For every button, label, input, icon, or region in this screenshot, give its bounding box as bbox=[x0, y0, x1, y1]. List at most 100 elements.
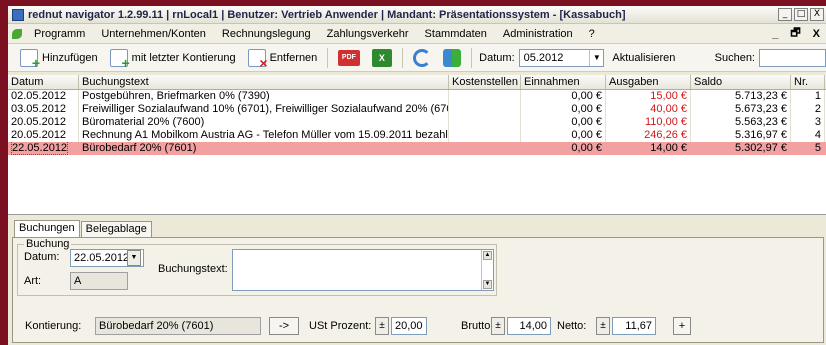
column-header-nr[interactable]: Nr. bbox=[791, 75, 825, 89]
ust-field[interactable]: 20,00 bbox=[391, 317, 427, 335]
close-button[interactable]: X bbox=[810, 8, 824, 21]
export-excel-button[interactable]: X bbox=[366, 46, 398, 70]
add-split-button[interactable]: + bbox=[673, 317, 691, 335]
table-header: Datum Buchungstext Kostenstellen Einnahm… bbox=[8, 75, 826, 90]
scroll-up-icon[interactable]: ▲ bbox=[483, 251, 492, 260]
app-icon bbox=[12, 8, 24, 21]
column-header-einnahmen[interactable]: Einnahmen bbox=[521, 75, 606, 89]
detail-tabs: Buchungen Belegablage bbox=[8, 220, 826, 237]
cell-einnahmen: 0,00 € bbox=[521, 129, 606, 142]
export-pdf-button[interactable]: PDF bbox=[332, 46, 366, 70]
add-with-last-booking-button[interactable]: mit letzter Kontierung bbox=[104, 46, 242, 71]
table-row[interactable]: 20.05.2012 Rechnung A1 Mobilkom Austria … bbox=[8, 129, 826, 142]
menu-unternehmen-konten[interactable]: Unternehmen/Konten bbox=[93, 28, 214, 40]
table-row-selected[interactable]: 22.05.2012 Bürobedarf 20% (7601) 0,00 € … bbox=[8, 142, 826, 155]
add-document-icon bbox=[20, 48, 40, 71]
menu-rechnungslegung[interactable]: Rechnungslegung bbox=[214, 28, 319, 40]
cell-nr: 3 bbox=[791, 116, 825, 129]
app-window: rednut navigator 1.2.99.11 | rnLocal1 | … bbox=[8, 6, 826, 345]
column-header-ausgaben[interactable]: Ausgaben bbox=[606, 75, 691, 89]
cell-kostenstellen bbox=[449, 142, 521, 155]
cell-saldo: 5.316,97 € bbox=[691, 129, 791, 142]
buchungstext-label: Buchungstext: bbox=[158, 263, 228, 275]
menu-stammdaten[interactable]: Stammdaten bbox=[417, 28, 495, 40]
netto-label: Netto: bbox=[557, 320, 587, 332]
remove-button-label: Entfernen bbox=[269, 51, 318, 64]
cell-einnahmen: 0,00 € bbox=[521, 142, 606, 155]
bookings-table: Datum Buchungstext Kostenstellen Einnahm… bbox=[8, 75, 826, 215]
transfer-button[interactable] bbox=[437, 46, 467, 70]
refresh-icon-button[interactable] bbox=[407, 46, 437, 70]
table-row[interactable]: 20.05.2012 Büromaterial 20% (7600) 0,00 … bbox=[8, 116, 826, 129]
column-header-saldo[interactable]: Saldo bbox=[691, 75, 791, 89]
cell-saldo: 5.673,23 € bbox=[691, 103, 791, 116]
toolbar-separator bbox=[470, 47, 472, 68]
menu-help[interactable]: ? bbox=[581, 28, 603, 40]
add-button[interactable]: Hinzufügen bbox=[14, 46, 104, 71]
menu-programm[interactable]: Programm bbox=[26, 28, 93, 40]
cell-datum: 20.05.2012 bbox=[8, 116, 79, 129]
refresh-icon bbox=[412, 48, 431, 67]
netto-spinner-icon[interactable]: ± bbox=[596, 317, 610, 335]
buchungstext-scrollbar[interactable]: ▲ ▼ bbox=[481, 250, 493, 290]
booking-group: Buchung Datum: 22.05.2012 ▼ Art: A Buchu… bbox=[17, 238, 497, 296]
tab-buchungen[interactable]: Buchungen bbox=[14, 220, 80, 237]
mdi-close-button[interactable]: X bbox=[807, 28, 826, 40]
art-label: Art: bbox=[24, 275, 42, 287]
tab-belegablage[interactable]: Belegablage bbox=[80, 221, 152, 237]
toolbar-separator bbox=[327, 47, 328, 68]
ust-spinner-icon[interactable]: ± bbox=[375, 317, 389, 335]
date-filter-value: 05.2012 bbox=[523, 51, 564, 64]
cell-datum: 03.05.2012 bbox=[8, 103, 79, 116]
program-icon bbox=[12, 28, 22, 39]
cell-nr: 4 bbox=[791, 129, 825, 142]
cell-ausgaben: 246,26 € bbox=[606, 129, 691, 142]
pdf-icon: PDF bbox=[337, 49, 360, 66]
kontierung-label: Kontierung: bbox=[25, 320, 82, 332]
minimize-button[interactable]: _ bbox=[778, 8, 792, 21]
table-row[interactable]: 03.05.2012 Freiwilliger Sozialaufwand 10… bbox=[8, 103, 826, 116]
chevron-down-icon[interactable]: ▼ bbox=[589, 49, 603, 66]
date-filter-select[interactable]: 05.2012 ▼ bbox=[518, 48, 605, 67]
kontierung-field: Bürobedarf 20% (7601) bbox=[95, 317, 261, 335]
cell-saldo: 5.563,23 € bbox=[691, 116, 791, 129]
kontierung-select-button[interactable]: -> bbox=[269, 317, 299, 335]
toolbar-separator bbox=[401, 47, 403, 68]
add-copy-icon bbox=[109, 48, 130, 71]
cell-saldo: 5.302,97 € bbox=[691, 142, 791, 155]
brutto-label: Brutto: bbox=[461, 320, 494, 332]
column-header-datum[interactable]: Datum bbox=[8, 75, 79, 89]
date-picker-button[interactable]: ▼ bbox=[127, 250, 141, 266]
remove-button[interactable]: Entfernen bbox=[242, 46, 324, 71]
buchungstext-input[interactable]: ▲ ▼ bbox=[232, 249, 494, 291]
cell-kostenstellen bbox=[449, 129, 521, 142]
netto-field[interactable]: 11,67 bbox=[612, 317, 656, 335]
window-title: rednut navigator 1.2.99.11 | rnLocal1 | … bbox=[28, 8, 626, 21]
brutto-field[interactable]: 14,00 bbox=[507, 317, 551, 335]
toolbar: Hinzufügen mit letzter Kontierung Entfer… bbox=[8, 44, 826, 72]
cell-buchungstext: Rechnung A1 Mobilkom Austria AG - Telefo… bbox=[79, 129, 449, 142]
mdi-restore-button[interactable]: 🗗 bbox=[784, 24, 806, 43]
column-header-buchungstext[interactable]: Buchungstext bbox=[79, 75, 449, 89]
maximize-button[interactable]: □ bbox=[794, 8, 808, 21]
add-with-last-booking-label: mit letzter Kontierung bbox=[131, 51, 236, 64]
cell-nr: 5 bbox=[791, 142, 825, 155]
transfer-icon bbox=[442, 48, 461, 67]
brutto-spinner-icon[interactable]: ± bbox=[491, 317, 505, 335]
search-input[interactable] bbox=[759, 48, 826, 67]
remove-document-icon bbox=[247, 48, 268, 71]
excel-icon: X bbox=[371, 48, 392, 67]
scroll-down-icon[interactable]: ▼ bbox=[483, 280, 492, 289]
cell-datum: 02.05.2012 bbox=[8, 90, 79, 103]
menu-zahlungsverkehr[interactable]: Zahlungsverkehr bbox=[319, 28, 417, 40]
add-button-label: Hinzufügen bbox=[42, 51, 98, 64]
column-header-kostenstellen[interactable]: Kostenstellen bbox=[449, 75, 521, 89]
title-bar: rednut navigator 1.2.99.11 | rnLocal1 | … bbox=[8, 6, 826, 24]
cell-einnahmen: 0,00 € bbox=[521, 90, 606, 103]
refresh-button[interactable]: Aktualisieren bbox=[608, 52, 679, 64]
menu-administration[interactable]: Administration bbox=[495, 28, 581, 40]
date-label: Datum: bbox=[24, 251, 60, 263]
cell-kostenstellen bbox=[449, 90, 521, 103]
mdi-minimize-button[interactable]: _ bbox=[766, 28, 784, 40]
table-row[interactable]: 02.05.2012 Postgebühren, Briefmarken 0% … bbox=[8, 90, 826, 103]
